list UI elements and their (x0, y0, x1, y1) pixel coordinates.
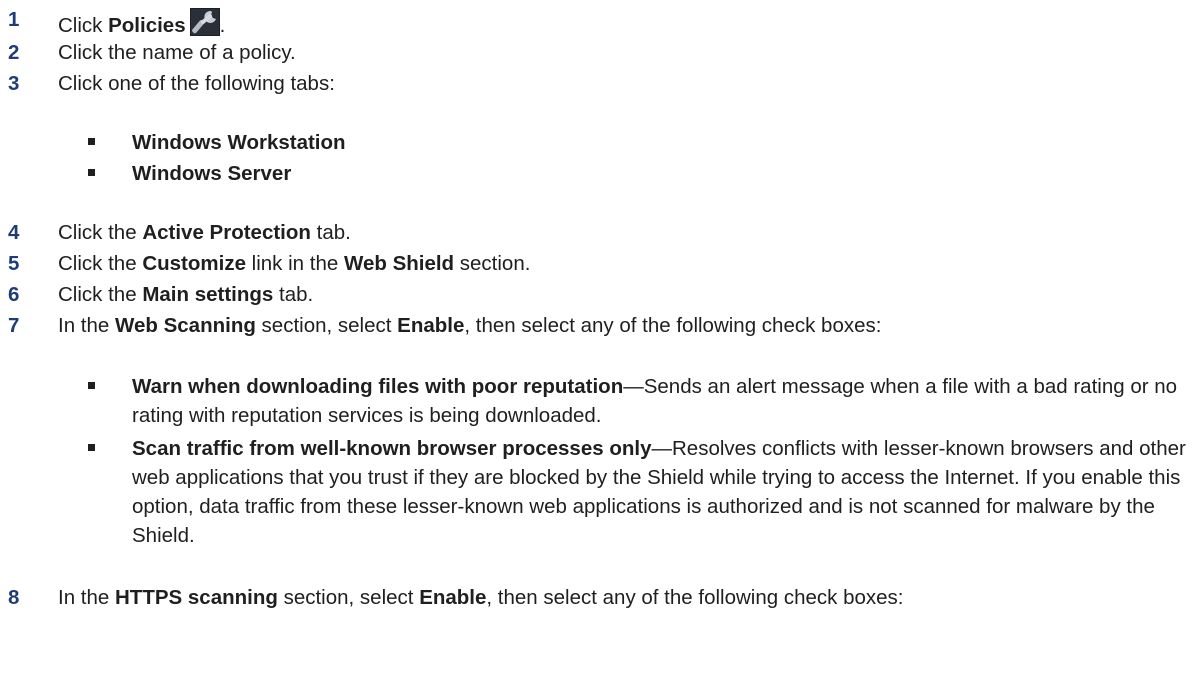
step-number: 4 (8, 221, 20, 244)
bullet-icon (88, 169, 95, 176)
wrench-icon (189, 8, 220, 36)
step-number: 5 (8, 252, 20, 275)
bullet-icon (88, 444, 95, 451)
step-text: In the Web Scanning section, select Enab… (58, 314, 882, 337)
step-text: Click the Active Protection tab. (58, 221, 351, 244)
step-number: 2 (8, 41, 20, 64)
bullet-text: Scan traffic from well-known browser pro… (132, 437, 1186, 547)
step-text: Click the Main settings tab. (58, 283, 314, 306)
step-number: 1 (8, 8, 20, 31)
step-number: 8 (8, 586, 20, 609)
bullet-text: Warn when downloading files with poor re… (132, 375, 1178, 427)
policies-label: Policies (108, 14, 186, 37)
step-text: Click the name of a policy. (58, 41, 296, 64)
step-number: 3 (8, 72, 20, 95)
bullet-icon (88, 382, 95, 389)
bullet-text: Windows Workstation (132, 131, 346, 154)
step-text: In the HTTPS scanning section, select En… (58, 586, 904, 609)
step-text: Click one of the following tabs: (58, 72, 335, 95)
step-text: Click the Customize link in the Web Shie… (58, 252, 531, 275)
step-number: 6 (8, 283, 20, 306)
step-number: 7 (8, 314, 20, 337)
step-text: Click Policies. (58, 8, 225, 38)
bullet-text: Windows Server (132, 162, 292, 185)
bullet-icon (88, 138, 95, 145)
